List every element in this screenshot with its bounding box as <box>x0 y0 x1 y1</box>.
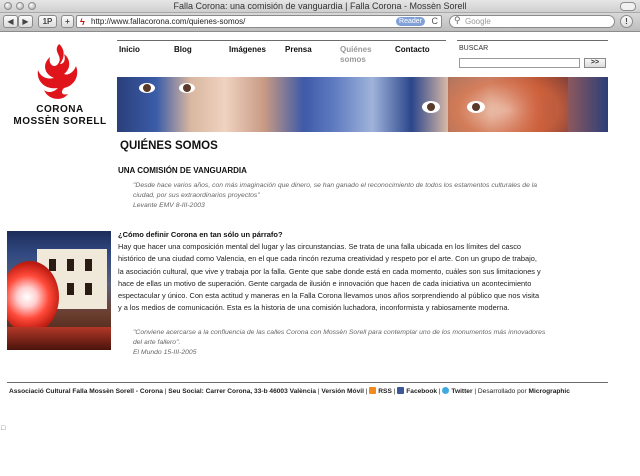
browser-toolbar: ◀ ▶ 1P + ϟ http://www.fallacorona.com/qu… <box>0 13 640 32</box>
forward-icon: ▶ <box>22 17 29 26</box>
footer-org-name: Associació Cultural Falla Mossèn Sorell … <box>9 388 163 395</box>
main-paragraph: Hay que hacer una composición mental del… <box>118 241 610 315</box>
banner-pupil <box>183 84 191 92</box>
photo-window <box>67 259 74 271</box>
paragraph-line: Hay que hacer una composición mental del… <box>118 242 522 251</box>
reader-button[interactable]: Reader <box>396 17 425 26</box>
info-button[interactable]: ! <box>620 15 633 28</box>
web-page: CORONA MOSSÈN SORELL Inicio Blog Imágene… <box>0 32 640 476</box>
top-sites-icon: 1P <box>42 17 53 26</box>
facebook-icon[interactable] <box>397 387 405 394</box>
address-bar[interactable]: ϟ http://www.fallacorona.com/quienes-som… <box>76 15 442 28</box>
search-placeholder: Google <box>465 17 491 26</box>
back-icon: ◀ <box>7 17 14 26</box>
nav-item-contacto[interactable]: Contacto <box>395 45 430 55</box>
photo-window <box>85 283 92 295</box>
site-footer: Associació Cultural Falla Mossèn Sorell … <box>9 387 570 397</box>
photo-window <box>49 259 56 271</box>
page-title: QUIÉNES SOMOS <box>120 140 218 152</box>
quote-2-source: El Mundo 15-III-2005 <box>133 349 197 356</box>
photo-illuminated-monument <box>7 261 59 333</box>
stray-dot: □ <box>1 425 6 432</box>
photo-window <box>85 259 92 271</box>
rss-icon[interactable] <box>369 387 377 394</box>
add-bookmark-button[interactable]: + <box>61 15 74 28</box>
photo-window <box>67 283 74 295</box>
photo-ground <box>7 327 111 350</box>
quote-1-line-2: ciudad, por sus extraordinarios proyecto… <box>133 192 260 199</box>
banner-pupil <box>472 103 480 111</box>
search-label: BUSCAR <box>459 45 489 52</box>
twitter-icon[interactable] <box>442 387 450 394</box>
plus-icon: + <box>65 17 70 26</box>
quote-1-line-1: "Desde hace varios años, con más imagina… <box>133 182 538 189</box>
falla-monument-photo <box>7 231 111 350</box>
paragraph-line: hace de ellas un motivo de superación. G… <box>118 278 532 288</box>
toolbar-toggle-button[interactable] <box>620 2 636 11</box>
site-logo[interactable]: CORONA MOSSÈN SORELL <box>10 42 110 134</box>
flame-logo-icon <box>37 44 78 99</box>
site-favicon-icon: ϟ <box>80 17 85 27</box>
footer-address: Seu Social: Carrer Corona, 33-b 46003 Va… <box>168 388 316 395</box>
paragraph-line: espectacular y único. Con esta actitud y… <box>118 291 540 301</box>
quote-2-line-1: "Conviene acercarse a la confluencia de … <box>133 329 546 336</box>
site-search: BUSCAR >> <box>457 40 608 76</box>
nav-item-blog[interactable]: Blog <box>174 45 192 55</box>
back-button[interactable]: ◀ <box>3 15 18 28</box>
nav-item-inicio[interactable]: Inicio <box>119 45 140 55</box>
banner-eye-right-2 <box>467 101 485 113</box>
section-subtitle: UNA COMISIÓN DE VANGUARDIA <box>118 166 247 175</box>
footer-divider <box>7 382 608 383</box>
paragraph-line: histórico de una ciudad como Valencia, e… <box>118 254 537 264</box>
alert-icon: ! <box>625 17 628 26</box>
nav-item-prensa[interactable]: Prensa <box>285 45 312 55</box>
paragraph-line: y a los medios de comunicación. Esta es … <box>118 303 510 313</box>
banner-pupil <box>143 84 151 92</box>
address-url[interactable]: http://www.fallacorona.com/quienes-somos… <box>91 16 245 27</box>
search-icon: ⚲ <box>454 15 461 25</box>
window-title: Falla Corona: una comisión de vanguardia… <box>173 1 467 11</box>
footer-facebook-link[interactable]: Facebook <box>406 388 437 395</box>
site-search-button[interactable]: >> <box>584 58 606 68</box>
logo-text-corona: CORONA <box>36 104 84 115</box>
quote-1-source: Levante EMV 8-III-2003 <box>133 202 205 209</box>
top-sites-button[interactable]: 1P <box>38 15 57 28</box>
footer-twitter-link[interactable]: Twitter <box>451 388 472 395</box>
footer-developer-link[interactable]: Micrographic <box>529 388 570 395</box>
logo-text-mossen-sorell: MOSSÈN SORELL <box>13 116 107 127</box>
banner-figure-hair <box>448 77 568 132</box>
nav-item-quienes-somos[interactable]: Quiénes somos <box>340 45 374 65</box>
site-search-input[interactable] <box>459 58 580 68</box>
quote-2-line-2: del arte fallero". <box>133 339 181 346</box>
footer-rss-link[interactable]: RSS <box>378 388 392 395</box>
reload-icon[interactable]: C <box>432 16 439 27</box>
footer-mobile-version-link[interactable]: Versión Móvil <box>321 388 364 395</box>
banner-eye-right <box>179 83 195 93</box>
browser-search-field[interactable]: ⚲ Google <box>449 15 615 28</box>
forward-button[interactable]: ▶ <box>18 15 33 28</box>
footer-developed-by: | Desarrollado por <box>472 388 529 395</box>
header-banner-image <box>117 77 608 132</box>
banner-eye-left <box>139 83 155 93</box>
main-nav: Inicio Blog Imágenes Prensa Quiénes somo… <box>117 40 446 76</box>
banner-eye-left-2 <box>422 101 440 113</box>
window-titlebar: Falla Corona: una comisión de vanguardia… <box>0 0 640 13</box>
nav-item-imagenes[interactable]: Imágenes <box>229 45 266 55</box>
paragraph-line: la asociación cultural, que vive y traba… <box>118 266 541 276</box>
section-question: ¿Cómo definir Corona en tan sólo un párr… <box>118 230 283 239</box>
banner-pupil <box>427 103 435 111</box>
